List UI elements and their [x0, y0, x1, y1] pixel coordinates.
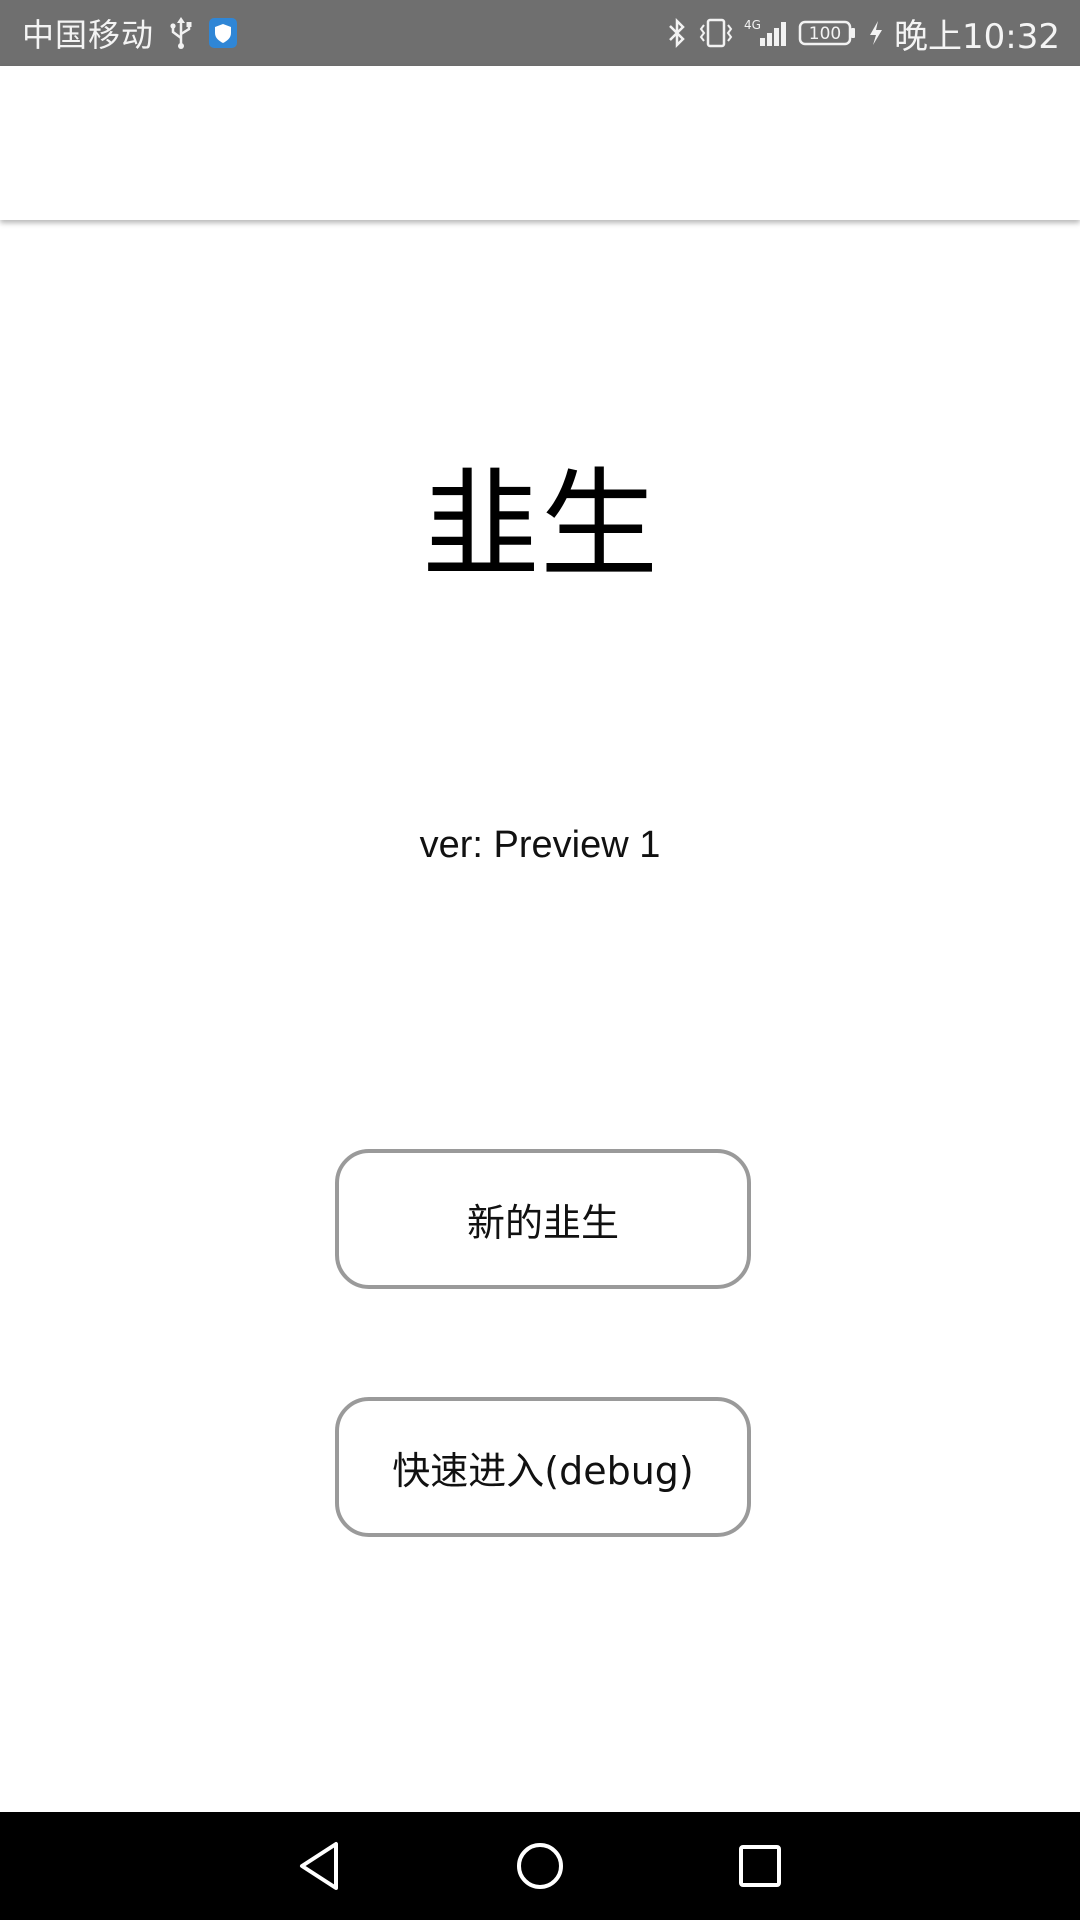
version-label: ver: Preview 1	[419, 824, 661, 866]
app-title: 韭生	[421, 456, 658, 594]
shield-icon	[208, 17, 238, 49]
new-game-button[interactable]: 新的韭生	[335, 1149, 751, 1289]
quick-enter-debug-button[interactable]: 快速进入(debug)	[335, 1397, 751, 1537]
status-bar: 中国移动 4G 100 晚上10:32	[0, 0, 1080, 66]
signal-icon: 4G	[744, 16, 788, 50]
status-left: 中国移动	[22, 0, 238, 66]
status-right: 4G 100 晚上10:32	[666, 0, 1060, 66]
battery-icon: 100	[798, 16, 858, 50]
app-screen: 中国移动 4G 100 晚上10:32 韭生 ver: Preview 1 新的…	[0, 0, 1080, 1920]
app-bar	[0, 66, 1080, 220]
network-type-label: 4G	[744, 18, 761, 32]
battery-level: 100	[809, 24, 841, 44]
usb-icon	[168, 16, 194, 50]
vibrate-icon	[698, 16, 734, 50]
status-time: 晚上10:32	[894, 16, 1060, 57]
recent-apps-icon[interactable]	[720, 1826, 800, 1906]
home-icon[interactable]	[500, 1826, 580, 1906]
carrier-name: 中国移动	[22, 16, 155, 54]
charging-icon	[868, 16, 884, 50]
bluetooth-icon	[666, 16, 688, 50]
back-icon[interactable]	[280, 1826, 360, 1906]
navigation-bar	[0, 1812, 1080, 1920]
